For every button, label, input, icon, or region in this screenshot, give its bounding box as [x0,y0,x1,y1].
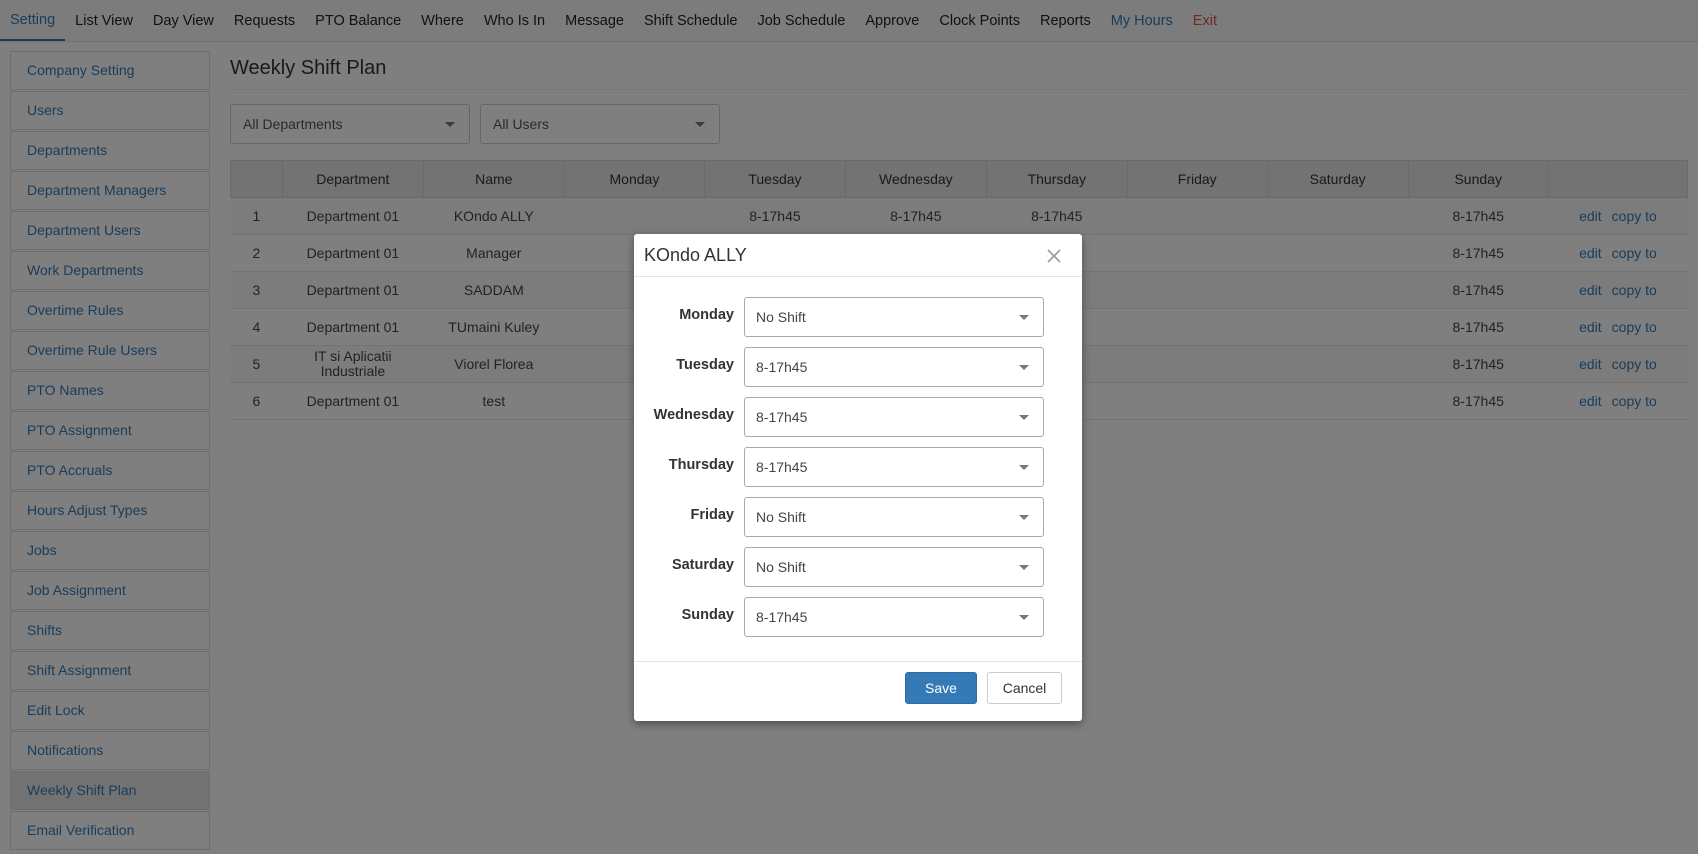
shift-select-value: 8-17h45 [756,409,808,425]
wednesday-shift-select[interactable]: 8-17h45 [744,397,1044,437]
sunday-shift-select[interactable]: 8-17h45 [744,597,1044,637]
edit-shift-modal: KOndo ALLY Monday No Shift Tuesday 8-17h45 W… [634,234,1082,721]
save-button[interactable]: Save [905,672,977,704]
shift-select-value: No Shift [756,309,806,325]
day-label: Tuesday [676,357,734,373]
day-row-thursday: Thursday 8-17h45 [634,447,1082,497]
day-label: Monday [679,307,734,323]
day-label: Saturday [671,557,734,573]
day-label: Friday [690,507,734,523]
modal-title: KOndo ALLY [644,245,747,265]
modal-header: KOndo ALLY [634,234,1082,277]
chevron-down-icon [1019,515,1029,520]
shift-select-value: No Shift [756,509,806,525]
modal-body: Monday No Shift Tuesday 8-17h45 Wednesday 8-1… [634,277,1082,637]
day-row-monday: Monday No Shift [634,297,1082,347]
chevron-down-icon [1019,565,1029,570]
tuesday-shift-select[interactable]: 8-17h45 [744,347,1044,387]
chevron-down-icon [1019,315,1029,320]
day-label: Sunday [681,607,734,623]
day-row-tuesday: Tuesday 8-17h45 [634,347,1082,397]
chevron-down-icon [1019,415,1029,420]
thursday-shift-select[interactable]: 8-17h45 [744,447,1044,487]
chevron-down-icon [1019,615,1029,620]
day-row-friday: Friday No Shift [634,497,1082,547]
modal-footer: Save Cancel [634,661,1082,721]
close-icon[interactable] [1046,248,1062,264]
shift-select-value: 8-17h45 [756,359,808,375]
day-label: Thursday [668,457,734,473]
chevron-down-icon [1019,365,1029,370]
day-row-saturday: Saturday No Shift [634,547,1082,597]
chevron-down-icon [1019,465,1029,470]
shift-select-value: 8-17h45 [756,609,808,625]
day-row-sunday: Sunday 8-17h45 [634,597,1082,647]
day-label: Wednesday [653,407,734,423]
shift-select-value: No Shift [756,559,806,575]
friday-shift-select[interactable]: No Shift [744,497,1044,537]
cancel-button[interactable]: Cancel [987,672,1062,704]
shift-select-value: 8-17h45 [756,459,808,475]
monday-shift-select[interactable]: No Shift [744,297,1044,337]
day-row-wednesday: Wednesday 8-17h45 [634,397,1082,447]
saturday-shift-select[interactable]: No Shift [744,547,1044,587]
